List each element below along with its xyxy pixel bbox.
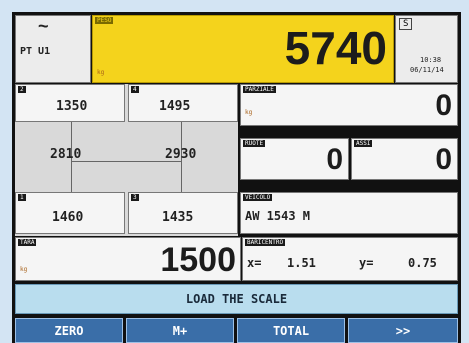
partial-panel: PARZIALE kg 0 — [240, 84, 458, 126]
axles-count-panel: ASSI 0 — [351, 138, 458, 180]
tare-value: 1500 — [160, 241, 236, 279]
vehicle-panel: VEICOLO AW 1543 M — [240, 192, 458, 234]
gravity-center-tag: BARICENTRO — [245, 239, 286, 246]
total-button[interactable]: TOTAL — [237, 318, 345, 343]
axles-count-value: 0 — [435, 143, 452, 176]
wheels-tag: RUOTE — [243, 140, 266, 147]
status-banner-text: LOAD THE SCALE — [185, 292, 288, 306]
platform-label: PT U1 — [20, 46, 51, 57]
axle-2-index: 2 — [18, 86, 26, 93]
platform-panel: ~ PT U1 — [15, 15, 91, 83]
gravity-y-value: 0.75 — [408, 256, 437, 270]
main-weight-tag: PESO — [95, 17, 114, 24]
axle-1-cell: 1 1460 — [15, 192, 125, 234]
stable-indicator: S — [399, 18, 413, 30]
front-axle-sum: 2810 — [50, 147, 82, 162]
gravity-x-value: 1.51 — [287, 256, 316, 270]
gravity-center-panel: BARICENTRO x= 1.51 y= 0.75 — [242, 237, 458, 281]
axle-1-value: 1460 — [52, 210, 84, 225]
rear-axle-sum: 2930 — [165, 147, 197, 162]
wave-icon: ~ — [38, 16, 49, 36]
axle-2-value: 1350 — [56, 99, 88, 114]
axle-3-index: 3 — [131, 194, 139, 201]
vehicle-plate: AW 1543 M — [245, 209, 311, 223]
status-banner: LOAD THE SCALE — [15, 284, 458, 314]
tare-tag: TARA — [18, 239, 37, 246]
axles-count-tag: ASSI — [354, 140, 373, 147]
axle-2-cell: 2 1350 — [15, 84, 125, 122]
date-text: 06/11/14 — [410, 66, 444, 74]
axle-4-index: 4 — [131, 86, 139, 93]
next-page-button[interactable]: >> — [348, 318, 458, 343]
time-text: 10:38 — [420, 56, 442, 64]
scale-display: ~ PT U1 PESO kg 5740 S 10:38 06/11/14 2 … — [12, 12, 461, 343]
vehicle-tag: VEICOLO — [243, 194, 273, 201]
zero-button[interactable]: ZERO — [15, 318, 123, 343]
partial-value: 0 — [435, 89, 452, 122]
axle-4-cell: 4 1495 — [128, 84, 238, 122]
gravity-y-label: y= — [359, 256, 374, 270]
axle-1-index: 1 — [18, 194, 26, 201]
tare-unit: kg — [20, 266, 28, 273]
tare-panel: TARA kg 1500 — [15, 237, 241, 281]
axle-3-value: 1435 — [162, 210, 194, 225]
wheels-value: 0 — [326, 143, 343, 176]
gravity-x-label: x= — [247, 256, 262, 270]
main-weight-unit: kg — [97, 69, 105, 76]
main-weight-value: 5740 — [284, 22, 387, 74]
status-panel: S 10:38 06/11/14 — [395, 15, 458, 83]
main-weight-panel: PESO kg 5740 — [92, 15, 394, 83]
wheels-panel: RUOTE 0 — [240, 138, 349, 180]
axle-3-cell: 3 1435 — [128, 192, 238, 234]
memory-plus-button[interactable]: M+ — [126, 318, 234, 343]
axle-4-value: 1495 — [159, 99, 191, 114]
partial-unit: kg — [245, 109, 253, 116]
partial-tag: PARZIALE — [243, 86, 276, 93]
